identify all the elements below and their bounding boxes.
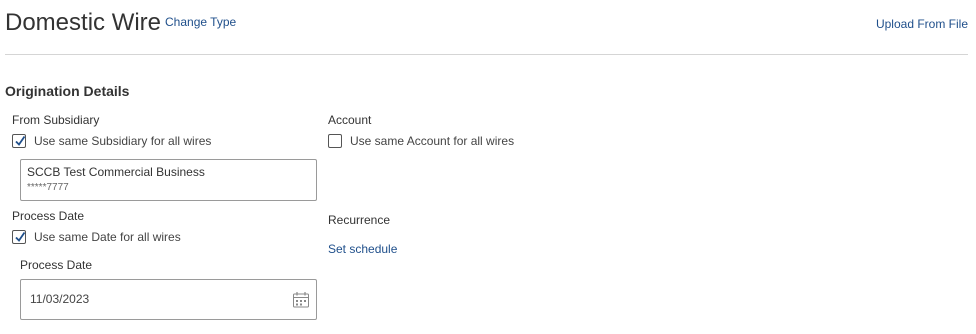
checkmark-icon — [15, 135, 26, 146]
set-schedule-link[interactable]: Set schedule — [328, 242, 397, 256]
process-date-label: Process Date — [12, 209, 85, 223]
header-divider — [5, 54, 968, 55]
same-date-checkbox-row[interactable]: Use same Date for all wires — [12, 230, 181, 244]
same-account-label: Use same Account for all wires — [350, 134, 515, 148]
same-date-checkbox[interactable] — [12, 230, 26, 244]
process-date-field-label: Process Date — [20, 258, 93, 272]
same-account-checkbox[interactable] — [328, 134, 342, 148]
subsidiary-name: SCCB Test Commercial Business — [27, 165, 205, 179]
upload-from-file-link[interactable]: Upload From File — [876, 17, 968, 31]
change-type-link[interactable]: Change Type — [165, 15, 236, 29]
section-title-origination: Origination Details — [5, 83, 130, 99]
same-subsidiary-checkbox-row[interactable]: Use same Subsidiary for all wires — [12, 134, 211, 148]
same-subsidiary-checkbox[interactable] — [12, 134, 26, 148]
same-date-label: Use same Date for all wires — [34, 230, 181, 244]
page-title: Domestic Wire — [5, 9, 162, 36]
checkmark-icon — [15, 231, 26, 242]
recurrence-label: Recurrence — [328, 213, 391, 227]
subsidiary-account-number: *****7777 — [27, 182, 69, 193]
same-subsidiary-label: Use same Subsidiary for all wires — [34, 134, 212, 148]
subsidiary-selector[interactable]: SCCB Test Commercial Business *****7777 — [20, 159, 317, 201]
account-label: Account — [328, 113, 372, 127]
process-date-input[interactable]: 11/03/2023 — [20, 279, 317, 320]
calendar-icon[interactable] — [292, 291, 310, 314]
from-subsidiary-label: From Subsidiary — [12, 113, 100, 127]
process-date-value: 11/03/2023 — [30, 292, 90, 306]
same-account-checkbox-row[interactable]: Use same Account for all wires — [328, 134, 514, 148]
